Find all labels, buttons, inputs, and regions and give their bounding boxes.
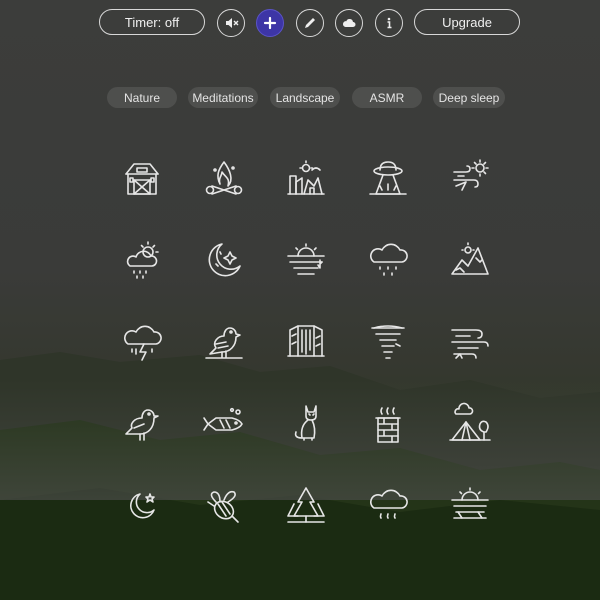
fish-icon	[203, 407, 243, 431]
tornado-icon	[371, 325, 405, 359]
thunderstorm-icon	[124, 325, 162, 361]
sound-tile-wind-sun[interactable]	[448, 156, 492, 200]
sound-tile-bird[interactable]	[202, 320, 246, 364]
sunset-water-icon	[287, 243, 325, 275]
sound-tile-fish[interactable]	[202, 402, 246, 446]
light-rain-cloud-icon	[370, 489, 408, 519]
rain-cloud-icon	[370, 243, 408, 276]
sound-tile-bee[interactable]	[202, 484, 246, 528]
sound-tile-songbird[interactable]	[120, 402, 164, 446]
sound-tile-waterfall[interactable]	[284, 320, 328, 364]
sound-grid	[0, 0, 600, 600]
forest-trees-icon	[287, 487, 325, 523]
ufo-icon	[369, 161, 407, 195]
tent-camping-icon	[449, 402, 491, 441]
sound-tile-mountain[interactable]	[448, 238, 492, 282]
chimney-smoke-icon	[375, 407, 401, 443]
sound-tile-beach-sunset[interactable]	[448, 484, 492, 528]
wind-sun-icon	[453, 159, 489, 191]
wind-lines-icon	[451, 329, 489, 359]
sound-tile-cat[interactable]	[284, 402, 328, 446]
campfire-icon	[205, 161, 243, 195]
city-icon	[287, 160, 325, 195]
moon-stars-icon	[208, 243, 241, 277]
sound-tile-city[interactable]	[284, 156, 328, 200]
sound-tile-light-rain[interactable]	[366, 484, 410, 528]
sound-tile-forest[interactable]	[284, 484, 328, 528]
cat-icon	[294, 405, 317, 441]
sound-tile-chimney[interactable]	[366, 402, 410, 446]
crescent-moon-star-icon	[130, 493, 155, 519]
sun-rain-cloud-icon	[126, 241, 159, 279]
sound-tile-thunderstorm[interactable]	[120, 320, 164, 364]
sound-tile-campfire[interactable]	[202, 156, 246, 200]
sound-tile-sunset-water[interactable]	[284, 238, 328, 282]
sound-tile-ufo[interactable]	[366, 156, 410, 200]
bird-icon	[205, 327, 243, 359]
sound-tile-rain[interactable]	[366, 238, 410, 282]
bee-icon	[207, 490, 239, 523]
beach-sunset-icon	[451, 487, 489, 519]
sound-tile-moon-stars[interactable]	[202, 238, 246, 282]
sound-tile-tornado[interactable]	[366, 320, 410, 364]
sound-tile-crescent[interactable]	[120, 484, 164, 528]
sound-tile-tent[interactable]	[448, 402, 492, 446]
waterfall-icon	[287, 325, 325, 357]
mountain-sun-icon	[451, 242, 489, 275]
sound-tile-wind[interactable]	[448, 320, 492, 364]
sound-tile-sun-rain[interactable]	[120, 238, 164, 282]
songbird-icon	[125, 409, 159, 441]
sound-tile-barn[interactable]	[120, 156, 164, 200]
barn-icon	[125, 163, 159, 195]
